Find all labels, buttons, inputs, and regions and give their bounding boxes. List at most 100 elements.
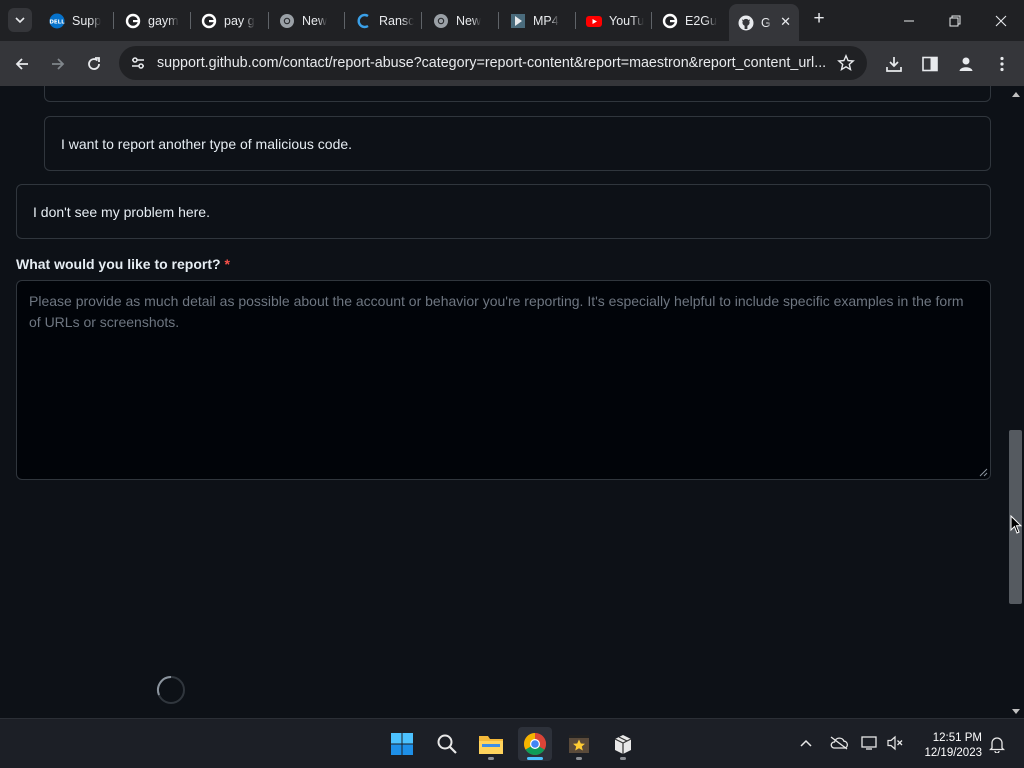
new-tab-button[interactable]: + [808, 9, 830, 31]
running-indicator [620, 757, 626, 760]
tab-separator [190, 12, 191, 29]
clock-time: 12:51 PM [932, 732, 982, 744]
taskbar-clock[interactable]: 12:51 PM 12/19/2023 [912, 731, 982, 761]
tab-title: YouTu [609, 13, 645, 28]
mp4-icon [510, 13, 526, 29]
report-field-label: What would you like to report? * [16, 256, 230, 272]
scroll-up-arrow-icon[interactable] [1012, 91, 1020, 97]
tab-7[interactable]: MP4 [501, 6, 573, 35]
tab-title: New [302, 13, 328, 28]
tab-4[interactable]: New [270, 6, 342, 35]
tab-separator [575, 12, 576, 29]
bell-icon [989, 737, 1005, 753]
clock-date: 12/19/2023 [924, 747, 982, 759]
tab-10-active[interactable]: G ✕ [729, 4, 799, 41]
onedrive-button[interactable] [828, 734, 850, 752]
movie-maker-button[interactable] [562, 727, 596, 761]
option-malicious-code[interactable]: I want to report another type of malicio… [44, 116, 991, 171]
github-icon [738, 15, 754, 31]
youtube-icon [586, 13, 602, 29]
google-icon [125, 13, 141, 29]
tab-title: MP4 [533, 13, 559, 28]
package-icon [614, 735, 632, 754]
arrow-left-icon [15, 58, 28, 70]
tab-title: gaym [148, 13, 179, 28]
chrome-icon [524, 733, 546, 755]
running-indicator [527, 757, 543, 760]
tab-title: E2Gu [685, 13, 717, 28]
downloads-button[interactable] [883, 53, 905, 75]
restore-button[interactable] [932, 0, 978, 41]
tab-2[interactable]: gaym [116, 6, 188, 35]
network-button[interactable] [859, 734, 881, 752]
tab-6[interactable]: New [424, 6, 496, 35]
option-card-cut-off[interactable] [44, 86, 991, 102]
running-indicator [576, 757, 582, 760]
notifications-button[interactable] [987, 734, 1007, 754]
chrome-menu-button[interactable] [991, 53, 1013, 75]
chevron-down-icon [15, 17, 25, 24]
resize-handle-icon[interactable] [978, 467, 988, 477]
close-tab-icon[interactable]: ✕ [780, 14, 791, 30]
tab-title: G [761, 15, 771, 30]
more-vertical-icon [1000, 56, 1004, 72]
site-info-icon[interactable] [129, 54, 147, 77]
taskbar-search-button[interactable] [430, 727, 464, 761]
minimize-button[interactable] [886, 0, 932, 41]
chrome-icon [433, 13, 449, 29]
scroll-down-arrow-icon[interactable] [1012, 709, 1020, 715]
option-label: I want to report another type of malicio… [61, 135, 353, 152]
option-no-problem[interactable]: I don't see my problem here. [16, 184, 991, 239]
loading-spinner-icon [157, 676, 185, 704]
url-text[interactable]: support.github.com/contact/report-abuse?… [157, 55, 829, 71]
tab-search-button[interactable] [8, 8, 32, 32]
chrome-icon [279, 13, 295, 29]
google-icon [662, 13, 678, 29]
tab-strip: DELL Supp gaym pay g New Ransc New MP4 Y… [0, 0, 1024, 41]
start-icon [391, 733, 413, 755]
tab-separator [344, 12, 345, 29]
reload-icon [88, 57, 100, 70]
file-explorer-icon [479, 736, 503, 754]
address-bar[interactable]: support.github.com/contact/report-abuse?… [119, 46, 867, 80]
textarea-placeholder: Please provide as much detail as possibl… [29, 293, 964, 330]
download-icon [886, 57, 902, 72]
close-window-button[interactable] [978, 0, 1024, 41]
report-details-textarea[interactable]: Please provide as much detail as possibl… [16, 280, 991, 480]
dell-icon: DELL [49, 13, 65, 29]
volume-muted-icon [887, 735, 903, 751]
tab-1[interactable]: DELL Supp [40, 6, 110, 35]
report-abuse-page: I want to report another type of malicio… [0, 86, 1008, 718]
search-icon [437, 734, 457, 754]
forward-button[interactable] [44, 50, 72, 78]
tab-separator [421, 12, 422, 29]
back-button[interactable] [8, 50, 36, 78]
svg-text:DELL: DELL [49, 19, 65, 25]
minimize-icon [904, 20, 914, 21]
tab-3[interactable]: pay g [192, 6, 264, 35]
tab-title: New [456, 13, 482, 28]
required-marker: * [224, 256, 230, 272]
ransom-icon [356, 13, 372, 29]
volume-button[interactable] [884, 734, 906, 752]
start-button[interactable] [385, 727, 419, 761]
reload-button[interactable] [80, 50, 108, 78]
profile-button[interactable] [955, 53, 977, 75]
show-hidden-icons-button[interactable] [797, 734, 815, 752]
tab-5[interactable]: Ransc [347, 6, 419, 35]
side-panel-button[interactable] [919, 53, 941, 75]
tab-8[interactable]: YouTu [577, 6, 649, 35]
windows-taskbar: 12:51 PM 12/19/2023 [0, 718, 1024, 768]
tab-9[interactable]: E2Gu [653, 6, 725, 35]
page-scrollbar[interactable] [1008, 86, 1024, 718]
tab-separator [651, 12, 652, 29]
tab-title: Ransc [379, 13, 415, 28]
report-field-label-text: What would you like to report? [16, 256, 221, 272]
package-app-button[interactable] [606, 727, 640, 761]
cloud-offline-icon [830, 736, 848, 750]
profile-icon [959, 57, 973, 71]
chrome-taskbar-button[interactable] [518, 727, 552, 761]
bookmark-star-icon[interactable] [837, 54, 855, 77]
file-explorer-button[interactable] [474, 727, 508, 761]
side-panel-icon [922, 56, 938, 72]
